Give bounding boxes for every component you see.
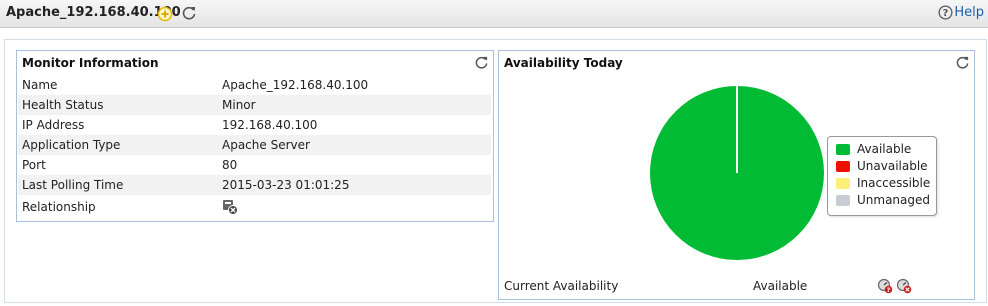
chart-legend: Available Unavailable Inaccessible Unman… [827,136,937,216]
add-icon[interactable] [157,6,173,22]
info-value: Apache Server [222,138,310,152]
info-value: Minor [222,98,256,112]
legend-item-unmanaged: Unmanaged [836,192,930,209]
legend-label: Unmanaged [857,193,931,207]
info-value: Apache_192.168.40.100 [222,78,369,92]
legend-swatch [836,144,850,155]
monitor-info-panel: Monitor Information Name Apache_192.168.… [16,50,494,222]
legend-item-unavailable: Unavailable [836,158,928,175]
legend-label: Unavailable [857,159,928,173]
legend-swatch [836,195,850,206]
info-label: Health Status [22,98,104,112]
availability-pie-chart [650,86,824,260]
info-label: Port [22,158,46,172]
current-availability-value: Available [753,279,808,293]
refresh-icon[interactable] [955,55,970,70]
header-bar: Apache_192.168.40.100 ? Help [0,0,988,28]
legend-item-available: Available [836,141,911,158]
info-value: 80 [222,158,238,172]
info-row-relationship: Relationship [18,197,491,217]
info-value: 192.168.40.100 [222,118,318,132]
legend-item-inaccessible: Inaccessible [836,175,930,192]
refresh-icon[interactable] [474,55,489,70]
legend-label: Inaccessible [857,176,931,190]
panel-title: Monitor Information [22,56,159,70]
legend-label: Available [857,142,912,156]
availability-panel: Availability Today Available Unavailable… [498,50,975,300]
legend-swatch [836,178,850,189]
info-row-name: Name Apache_192.168.40.100 [18,75,491,95]
current-availability-label: Current Availability [504,279,619,293]
help-link[interactable]: ? Help [938,5,984,20]
info-label: Relationship [22,200,96,214]
info-label: Last Polling Time [22,178,124,192]
help-icon: ? [938,5,953,20]
info-value: 2015-03-23 01:01:25 [222,178,350,192]
help-label[interactable]: Help [954,5,984,20]
performance-status-icon[interactable] [896,278,912,294]
relationship-icon[interactable] [222,199,238,215]
info-label: Name [22,78,58,92]
info-label: Application Type [22,138,121,152]
info-row-last-polling-time: Last Polling Time 2015-03-23 01:01:25 [18,175,491,195]
svg-text:?: ? [887,287,891,294]
info-row-ip-address: IP Address 192.168.40.100 [18,115,491,135]
info-row-application-type: Application Type Apache Server [18,135,491,155]
info-row-health-status: Health Status Minor [18,95,491,115]
info-label: IP Address [22,118,85,132]
legend-swatch [836,161,850,172]
refresh-icon[interactable] [181,5,197,21]
alarm-status-icon[interactable]: ? [877,278,893,294]
info-row-port: Port 80 [18,155,491,175]
page-title: Apache_192.168.40.100 [6,5,181,20]
svg-text:?: ? [943,8,949,19]
panel-title: Availability Today [504,56,623,70]
